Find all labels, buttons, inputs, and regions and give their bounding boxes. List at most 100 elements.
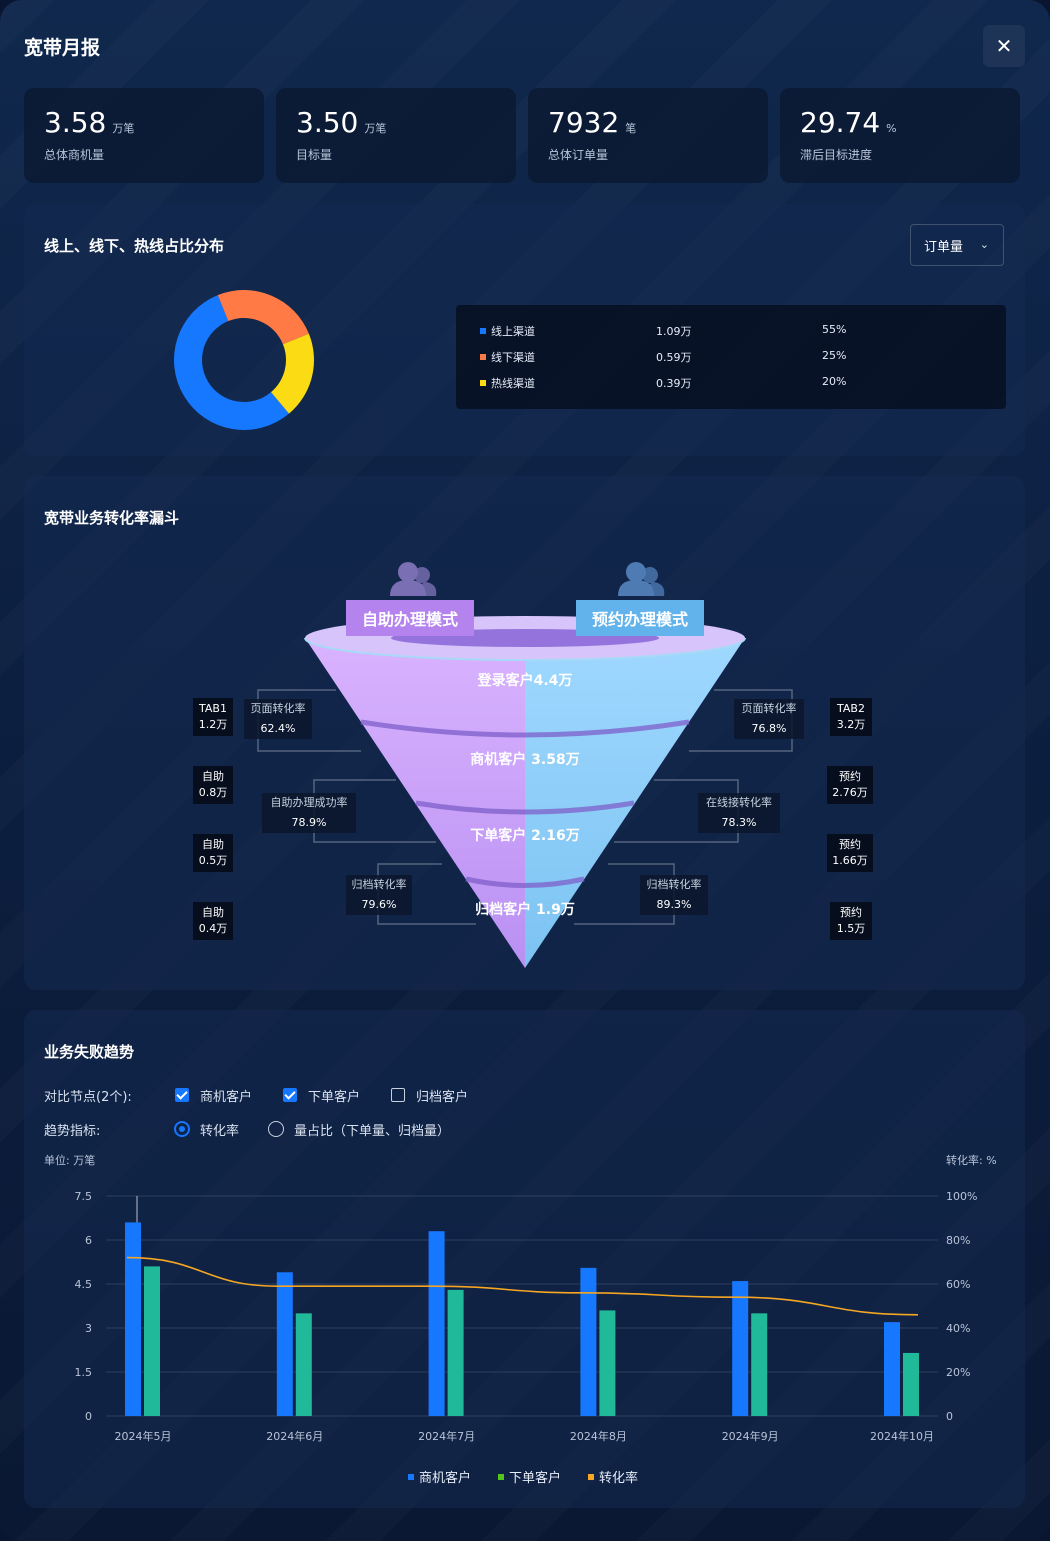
legend-value: 0.59万 [656, 351, 692, 364]
trend-title: 业务失败趋势 [44, 1043, 135, 1061]
report-window: 宽带月报 ✕ 3.58 万笔 总体商机量 3.50 万笔 目标量 7932 笔 总体订… [0, 0, 1050, 1541]
side-box-label: 自助 [202, 838, 224, 851]
checkbox-label[interactable]: 归档客户 [416, 1086, 468, 1105]
radio-label[interactable]: 量占比（下单量、归档量） [294, 1120, 450, 1139]
y-tick-left: 6 [85, 1234, 92, 1247]
funnel-stage-label: 商机客户 3.58万 [470, 751, 579, 768]
kpi-label: 总体商机量 [44, 148, 105, 162]
x-tick-label: 2024年8月 [570, 1429, 627, 1443]
checkbox-label[interactable]: 商机客户 [200, 1086, 252, 1105]
checkbox-label[interactable]: 下单客户 [308, 1086, 360, 1105]
funnel-stage-label: 下单客户 2.16万 [470, 827, 579, 844]
side-box-value: 1.2万 [198, 718, 228, 731]
legend-label[interactable]: 下单客户 [509, 1470, 561, 1486]
bar-opportunity[interactable] [125, 1222, 141, 1416]
side-box-label: TAB1 [199, 702, 227, 715]
metric-select[interactable]: 订单量 ⌄ [910, 224, 1004, 266]
side-box-value: 0.8万 [198, 786, 228, 799]
kpi-unit: % [886, 122, 897, 135]
rate-value: 76.8% [751, 722, 787, 735]
conversion-rate-line [126, 1256, 919, 1316]
donut-slices [173, 290, 314, 431]
mode-label-appointment: 预约办理模式 [592, 610, 688, 629]
page-title: 宽带月报 [24, 37, 101, 59]
rate-name: 归档转化率 [646, 878, 702, 891]
legend-value: 1.09万 [656, 325, 692, 338]
side-box-value: 0.4万 [198, 922, 228, 935]
funnel-stage-label: 归档客户 1.9万 [475, 901, 575, 918]
side-box-label: 预约 [840, 906, 862, 919]
kpi-card-progress: 29.74% 滞后目标进度 [780, 88, 1020, 183]
radio-label[interactable]: 转化率 [200, 1120, 239, 1139]
side-box-value: 1.66万 [832, 854, 868, 867]
checkbox-archive[interactable] [391, 1088, 405, 1102]
rate-name: 页面转化率 [741, 702, 797, 715]
funnel-side-box: TAB2 3.2万 [830, 698, 872, 736]
radio-conversion-rate[interactable] [174, 1121, 190, 1137]
funnel-side-box: 预约 1.66万 [827, 834, 873, 872]
side-box-value: 1.5万 [836, 922, 866, 935]
kpi-unit: 万笔 [112, 122, 135, 135]
radio-share[interactable] [268, 1121, 284, 1137]
legend-name: 线下渠道 [491, 351, 535, 364]
bar-opportunity[interactable] [428, 1231, 445, 1416]
side-box-value: 2.76万 [832, 786, 868, 799]
kpi-unit: 万笔 [364, 122, 387, 135]
bar-order[interactable] [599, 1310, 616, 1416]
close-button[interactable]: ✕ [983, 25, 1025, 67]
kpi-label: 目标量 [296, 148, 333, 162]
rate-name: 自助办理成功率 [270, 796, 348, 809]
legend-swatch [480, 380, 486, 386]
funnel-side-box: 自助 0.4万 [193, 902, 233, 940]
bar-order[interactable] [295, 1313, 312, 1416]
legend-swatch [480, 328, 486, 334]
x-tick-label: 2024年10月 [870, 1429, 934, 1443]
conversion-rate-label: 在线接转化率 78.3% [698, 793, 780, 833]
y-tick-left: 3 [85, 1322, 92, 1335]
y-tick-right: 60% [946, 1278, 970, 1291]
mode-label-self: 自助办理模式 [362, 610, 458, 629]
funnel-panel: 宽带业务转化率漏斗 自助办理模式 预约办理模式 登录客户4.4万 商机客户 3.… [24, 476, 1025, 990]
kpi-unit: 笔 [625, 122, 637, 135]
distribution-legend: 线上渠道 1.09万 55% 线下渠道 0.59万 25% 热线渠道 0.39万… [456, 305, 1006, 409]
users-icon [390, 562, 437, 596]
distribution-panel: 线上、线下、热线占比分布 订单量 ⌄ 线上渠道 1.09万 55% 线下渠道 0… [24, 204, 1025, 456]
x-tick-label: 2024年7月 [418, 1429, 475, 1443]
bar-order[interactable] [903, 1352, 919, 1416]
rate-value: 79.6% [361, 898, 397, 911]
checkbox-order[interactable] [283, 1088, 297, 1102]
kpi-label: 滞后目标进度 [800, 148, 873, 162]
side-box-label: 自助 [202, 770, 224, 783]
kpi-value: 29.74 [800, 106, 881, 139]
y-tick-right: 0 [946, 1410, 953, 1423]
y-tick-right: 100% [946, 1190, 977, 1203]
y-tick-left: 0 [85, 1410, 92, 1423]
legend-label[interactable]: 商机客户 [419, 1470, 471, 1486]
bar-opportunity[interactable] [732, 1281, 749, 1416]
bar-opportunity[interactable] [276, 1272, 293, 1416]
distribution-title: 线上、线下、热线占比分布 [44, 237, 225, 255]
users-icon [618, 562, 665, 596]
bar-order[interactable] [144, 1266, 160, 1416]
rate-value: 89.3% [656, 898, 692, 911]
compare-label: 对比节点(2个): [44, 1090, 132, 1105]
legend-swatch [480, 354, 486, 360]
legend-name: 热线渠道 [491, 377, 535, 390]
kpi-card-opportunity: 3.58 万笔 总体商机量 [24, 88, 264, 183]
rate-value: 78.3% [721, 816, 757, 829]
checkbox-opportunity[interactable] [175, 1088, 189, 1102]
legend-percent: 25% [822, 349, 847, 362]
bar-order[interactable] [447, 1289, 464, 1416]
kpi-card-target: 3.50 万笔 目标量 [276, 88, 516, 183]
legend-label[interactable]: 转化率 [599, 1470, 638, 1486]
bar-opportunity[interactable] [884, 1322, 900, 1416]
side-box-value: 0.5万 [198, 854, 228, 867]
bar-order[interactable] [751, 1313, 768, 1416]
rate-value: 78.9% [291, 816, 327, 829]
side-box-label: 自助 [202, 906, 224, 919]
bar-opportunity[interactable] [580, 1267, 597, 1416]
side-box-label: 预约 [839, 770, 861, 783]
legend-percent: 55% [822, 323, 847, 336]
funnel-side-box: 预约 2.76万 [827, 766, 873, 804]
left-axis-unit: 单位: 万笔 [44, 1154, 96, 1167]
